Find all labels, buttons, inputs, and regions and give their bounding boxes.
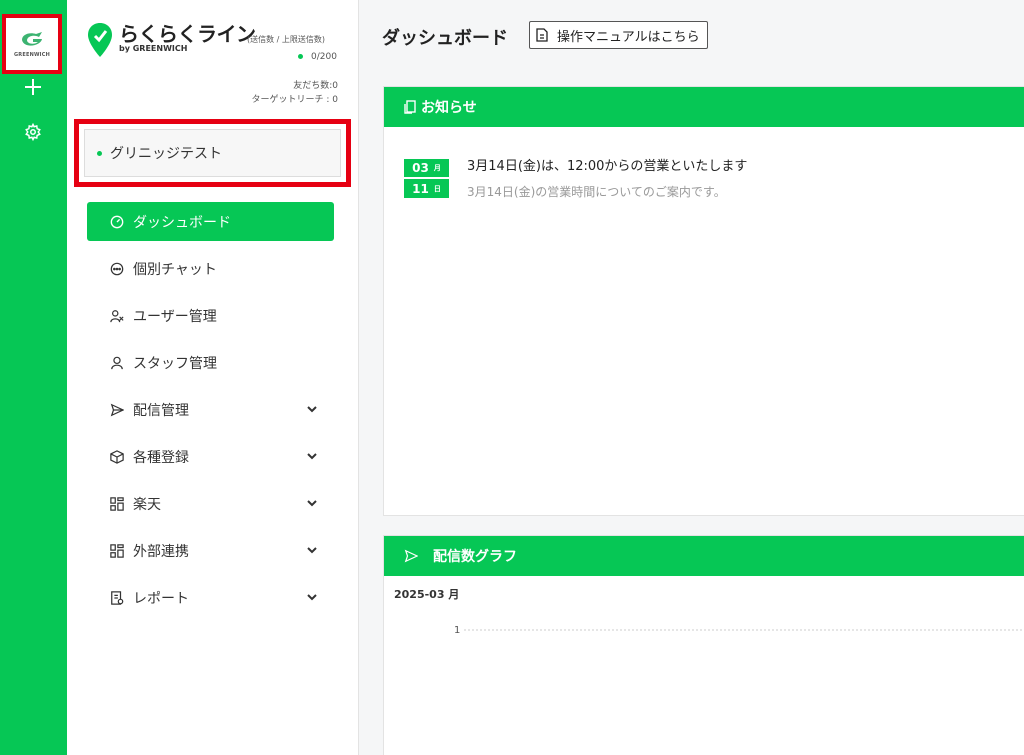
notice-month: 03 月 [404,159,449,177]
users-icon [109,308,125,324]
delivery-graph: 1 [454,625,1024,636]
notice-day-value: 11 [412,181,429,196]
sidebar-item-users[interactable]: ユーザー管理 [87,296,334,335]
sidebar-item-label: 配信管理 [133,402,189,419]
sidebar-item-label: 個別チャット [133,261,217,278]
delivery-graph-card: 配信数グラフ 2025-03 月 1 [383,535,1024,755]
chevron-down-icon[interactable] [306,591,318,603]
notice-date: 03 月 11 日 [404,159,449,200]
sidebar-item-integration[interactable]: 外部連携 [87,531,334,570]
chevron-down-icon[interactable] [306,450,318,462]
box-icon [109,449,125,465]
greenwich-logo-icon [22,32,42,46]
dashboard-icon [109,214,125,230]
copy-icon [404,100,416,114]
chevron-down-icon[interactable] [306,497,318,509]
chevron-down-icon[interactable] [306,403,318,415]
chevron-down-icon[interactable] [306,544,318,556]
grid-icon [109,543,125,559]
graph-card-title: 配信数グラフ [433,549,517,565]
sidebar-item-dashboard[interactable]: ダッシュボード [87,202,334,241]
account-name: グリニッジテスト [110,146,222,162]
notice-item[interactable]: 03 月 11 日 3月14日(金)は、12:00からの営業といたします 3月14日… [404,159,747,200]
notice-title[interactable]: 3月14日(金)は、12:00からの営業といたします [467,159,747,175]
y-axis-tick: 1 [454,625,460,636]
sidebar-item-label: スタッフ管理 [133,355,217,372]
gear-icon[interactable] [22,121,44,143]
grid-icon [109,496,125,512]
map-pin-logo-icon [88,23,112,57]
sidebar-nav: ダッシュボード 個別チャット ユーザー管理 スタッフ管理 配信管理 各種登録 楽… [87,202,334,625]
send-count-label: (送信数 / 上限送信数) [247,35,326,44]
send-count: 0/200 [298,52,337,62]
sidebar-item-label: ユーザー管理 [133,308,217,325]
sidebar-item-staff[interactable]: スタッフ管理 [87,343,334,382]
sidebar-item-rakuten[interactable]: 楽天 [87,484,334,523]
sidebar-item-label: 外部連携 [133,543,189,560]
account-selector[interactable]: グリニッジテスト [84,129,341,177]
sidebar-item-label: 各種登録 [133,449,189,466]
manual-button-label: 操作マニュアルはこちら [557,29,700,45]
graph-month: 2025-03 月 [394,588,460,601]
chat-icon [109,261,125,277]
workspace-logo-text: GREENWICH [14,52,50,58]
notice-day-unit: 日 [433,184,441,193]
sidebar-item-delivery[interactable]: 配信管理 [87,390,334,429]
page-title: ダッシュボード [382,28,508,49]
sidebar: らくらくライン by GREENWICH (送信数 / 上限送信数) 0/200… [67,0,359,755]
target-reach: ターゲットリーチ : 0 [251,95,338,105]
sidebar-item-report[interactable]: レポート [87,578,334,617]
notice-month-value: 03 [412,161,429,175]
notice-card: お知らせ 03 月 11 日 3月14日(金)は、12:00からの営業といたします … [383,86,1024,516]
document-icon [536,28,548,42]
sidebar-item-registration[interactable]: 各種登録 [87,437,334,476]
notice-day: 11 日 [404,179,449,198]
user-icon [109,355,125,371]
left-rail: GREENWICH [0,0,67,755]
main-content: ダッシュボード 操作マニュアルはこちら お知らせ 03 月 11 日 3月14日(金… [359,0,1024,755]
sidebar-item-label: 楽天 [133,496,161,513]
notice-card-header: お知らせ [384,87,1024,127]
friends-count: 友だち数:0 [293,81,338,91]
notice-card-title: お知らせ [421,100,477,116]
report-icon [109,590,125,606]
send-count-value: 0/200 [311,52,337,62]
status-dot-icon [298,54,303,59]
send-icon [109,402,125,418]
brand-name: らくらくライン [119,22,256,46]
account-status-dot-icon [97,150,102,156]
send-icon [404,549,418,563]
workspace-logo[interactable]: GREENWICH [2,14,62,74]
notice-description: 3月14日(金)の営業時間についてのご案内です。 [467,185,726,199]
brand: らくらくライン by GREENWICH [87,22,256,58]
sidebar-item-label: ダッシュボード [133,214,231,231]
notice-month-unit: 月 [433,164,441,172]
manual-button[interactable]: 操作マニュアルはこちら [529,21,708,49]
sidebar-item-chat[interactable]: 個別チャット [87,249,334,288]
sidebar-item-label: レポート [133,590,189,607]
plus-icon[interactable] [22,76,44,98]
graph-card-header: 配信数グラフ [384,536,1024,576]
account-highlight: グリニッジテスト [74,119,351,187]
